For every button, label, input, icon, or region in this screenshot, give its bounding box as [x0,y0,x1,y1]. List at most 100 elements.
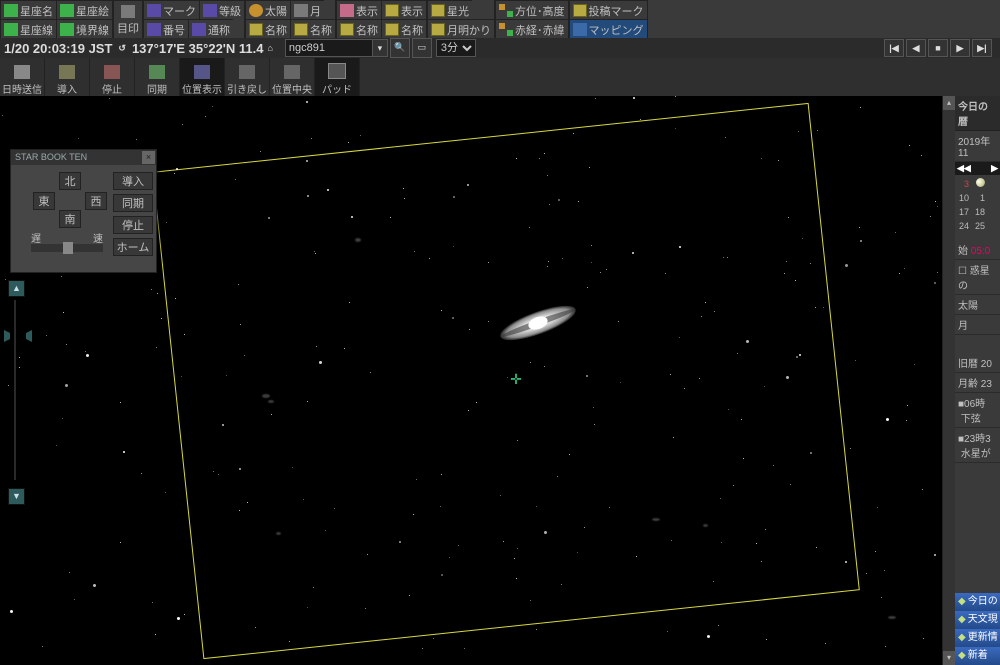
star [577,552,578,553]
calendar-nav[interactable]: ◀◀ ▶ [955,162,1000,175]
west-button[interactable]: 西 [85,192,107,210]
star [850,448,851,449]
toolbar-境界線[interactable]: 境界線 [56,19,112,39]
speed-slow-label: 遅 [31,230,41,245]
star [934,282,936,284]
star [271,414,272,415]
ctrl-導入[interactable]: 導入 [45,58,90,98]
toolbar-投稿マーク[interactable]: 投稿マーク [569,0,647,20]
toolbar-星座名[interactable]: 星座名 [0,0,56,20]
toolbar-目印[interactable]: 目印 [113,0,142,39]
ctrl-日時送信[interactable]: 日時送信 [0,58,45,98]
toolbar-通称[interactable]: 通称 [188,19,233,39]
search-button[interactable]: 🔍 [390,38,410,58]
star [884,570,885,571]
star [314,251,315,252]
faint-galaxy [888,616,896,619]
slew-button[interactable]: 導入 [113,172,153,190]
time-step-select[interactable]: 3分 [436,39,476,57]
ico-ms-icon [147,23,161,36]
faint-galaxy [652,518,660,521]
north-button[interactable]: 北 [59,172,81,190]
side-tab-today[interactable]: ◆今日の [955,593,1000,611]
toolbar-方位･高度[interactable]: 方位･高度 [495,0,568,20]
star [120,542,121,543]
ico-yellow-icon [431,23,445,36]
star [78,138,79,139]
zoom-slider[interactable] [4,300,26,480]
toolbar-月明かり[interactable]: 月明かり [427,19,494,39]
zoom-in-button[interactable]: ▲ [8,280,25,297]
sky-scrollbar[interactable]: ▴ ▾ [942,96,955,665]
toolbar-名称[interactable]: 名称 [290,19,335,39]
cal-next-icon[interactable]: ▶ [991,163,998,174]
star [699,378,700,379]
ctrl-位置表示[interactable]: 位置表示 [180,58,225,98]
zoom-out-button[interactable]: ▼ [8,488,25,505]
star [529,227,530,228]
almanac-date: 2019年11 [955,131,1000,162]
star [516,578,517,579]
faint-galaxy [268,400,274,403]
scroll-up-icon[interactable]: ▴ [943,96,955,110]
close-icon[interactable]: × [142,151,155,164]
star [458,545,459,546]
fov-button[interactable]: ▭ [412,38,432,58]
side-tab-new[interactable]: ◆新着 [955,647,1000,665]
ctrl-停止[interactable]: 停止 [90,58,135,98]
toolbar-名称[interactable]: 名称 [245,19,290,39]
star [640,119,641,120]
star [816,547,817,548]
sync-button[interactable]: 同期 [113,194,153,212]
calendar[interactable]: 310117182425 [955,175,989,234]
planets-checkbox-row[interactable]: ☐ 惑星の [955,260,1000,295]
playback-rewind-icon[interactable]: ◀ [906,39,926,57]
toolbar-星光[interactable]: 星光 [427,0,472,20]
star [707,635,710,638]
home-button[interactable]: ホーム [113,238,153,256]
south-button[interactable]: 南 [59,210,81,228]
side-tab-phenomena[interactable]: ◆天文現 [955,611,1000,629]
cal-prev-icon[interactable]: ◀◀ [957,163,971,174]
ctrl-パッド[interactable]: パッド [315,58,360,98]
star [600,272,601,273]
toolbar-名称[interactable]: 名称 [381,19,426,39]
playback-start-icon[interactable]: |◀ [884,39,904,57]
playback-pause-icon[interactable]: ■ [928,39,948,57]
star [85,351,86,352]
speed-slider[interactable] [31,244,103,252]
east-button[interactable]: 東 [33,192,55,210]
star [413,514,414,515]
playback-play-icon[interactable]: ▶ [950,39,970,57]
toolbar-マーク[interactable]: マーク [143,0,199,20]
toolbar-マッピング[interactable]: マッピング [569,19,647,39]
search-dropdown[interactable]: ▾ [373,39,388,57]
toolbar-赤経･赤緯[interactable]: 赤経･赤緯 [495,19,568,39]
playback-end-icon[interactable]: ▶| [972,39,992,57]
toolbar-星座絵[interactable]: 星座絵 [56,0,112,20]
center-crosshair-icon: ✛ [508,371,524,387]
star [441,474,442,475]
star [741,419,742,420]
ctrl-引き戻し[interactable]: 引き戻し [225,58,270,98]
star [468,410,469,411]
toolbar-等級[interactable]: 等級 [199,0,244,20]
toolbar-名称[interactable]: 名称 [336,19,381,39]
stop-button[interactable]: 停止 [113,216,153,234]
toolbar-星座線[interactable]: 星座線 [0,19,56,39]
star [817,130,818,131]
toolbar-表示[interactable]: 表示 [336,0,381,20]
toolbar-太陽[interactable]: 太陽 [245,0,290,20]
scroll-down-icon[interactable]: ▾ [943,651,955,665]
search-input[interactable] [285,39,373,57]
ctrl-位置中央[interactable]: 位置中央 [270,58,315,98]
toolbar-番号[interactable]: 番号 [143,19,188,39]
star [895,232,896,233]
toolbar-表示[interactable]: 表示 [381,0,426,20]
toolbar-月[interactable]: 月 [290,0,324,20]
side-tab-updates[interactable]: ◆更新情 [955,629,1000,647]
event1: ■06時 下弦 [955,393,1000,428]
ctrl-同期[interactable]: 同期 [135,58,180,98]
star [152,602,153,603]
star [161,318,162,319]
